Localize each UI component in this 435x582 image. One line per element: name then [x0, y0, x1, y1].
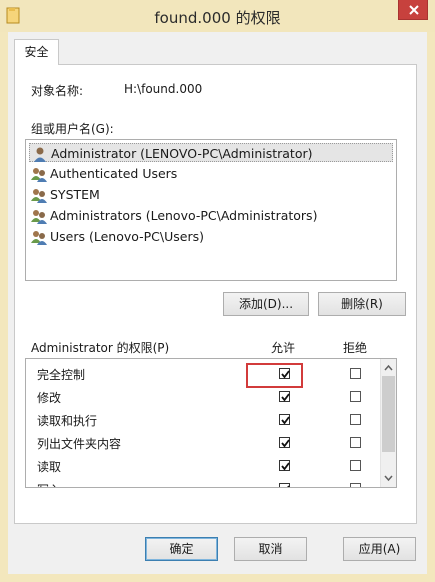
- close-icon: [409, 5, 419, 15]
- checkmark-icon: [281, 439, 290, 448]
- groups-label: 组或用户名(G):: [31, 122, 114, 136]
- list-item[interactable]: Users (Lenovo-PC\Users): [29, 227, 393, 246]
- cancel-button[interactable]: 取消: [234, 537, 307, 561]
- permission-name: 完全控制: [37, 368, 86, 382]
- list-item-label: Administrator (LENOVO-PC\Administrator): [51, 146, 313, 161]
- highlight-box: [246, 363, 303, 388]
- permission-row: 读取和执行: [26, 408, 380, 431]
- apply-button[interactable]: 应用(A): [343, 537, 416, 561]
- checkmark-icon: [281, 462, 290, 471]
- permission-row: 写入: [26, 477, 380, 487]
- ok-button[interactable]: 确定: [145, 537, 218, 561]
- permissions-list: 完全控制 修改 读取和执行 列出文件夹内容 读取: [25, 358, 397, 488]
- add-button[interactable]: 添加(D)...: [223, 292, 309, 316]
- list-item[interactable]: Authenticated Users: [29, 164, 393, 183]
- allow-checkbox[interactable]: [279, 391, 290, 402]
- allow-checkbox[interactable]: [279, 483, 290, 487]
- object-name-label: 对象名称:: [31, 84, 84, 98]
- dialog-client: 安全 对象名称: H:\found.000 组或用户名(G): Administ…: [8, 32, 427, 574]
- allow-checkbox[interactable]: [279, 437, 290, 448]
- permissions-label: Administrator 的权限(P): [31, 341, 170, 355]
- permission-row: 修改: [26, 385, 380, 408]
- object-name-value: H:\found.000: [124, 82, 203, 96]
- permission-name: 读取: [37, 460, 62, 474]
- deny-checkbox[interactable]: [350, 437, 361, 448]
- users-icon: [31, 210, 47, 224]
- groups-listbox[interactable]: Administrator (LENOVO-PC\Administrator) …: [25, 139, 397, 281]
- checkmark-icon: [287, 485, 290, 487]
- list-item-label: Authenticated Users: [50, 166, 178, 181]
- permission-row: 读取: [26, 454, 380, 477]
- deny-checkbox[interactable]: [350, 460, 361, 471]
- list-item[interactable]: SYSTEM: [29, 185, 393, 204]
- list-item-label: SYSTEM: [50, 187, 100, 202]
- deny-checkbox[interactable]: [350, 483, 361, 487]
- permission-name: 修改: [37, 391, 62, 405]
- permission-name: 写入: [37, 481, 61, 487]
- permission-row: 列出文件夹内容: [26, 431, 380, 454]
- checkmark-icon: [281, 416, 290, 425]
- list-item[interactable]: Administrators (Lenovo-PC\Administrators…: [29, 206, 393, 225]
- close-button[interactable]: [398, 0, 428, 20]
- list-item-label: Users (Lenovo-PC\Users): [50, 229, 205, 244]
- allow-header: 允许: [271, 341, 296, 355]
- scroll-thumb[interactable]: [382, 376, 395, 452]
- deny-checkbox[interactable]: [350, 391, 361, 402]
- deny-checkbox[interactable]: [350, 368, 361, 379]
- permissions-scrollbar[interactable]: [380, 359, 396, 487]
- remove-button[interactable]: 删除(R): [318, 292, 406, 316]
- deny-header: 拒绝: [343, 341, 368, 355]
- deny-checkbox[interactable]: [350, 414, 361, 425]
- list-item-label: Administrators (Lenovo-PC\Administrators…: [50, 208, 318, 223]
- tab-security[interactable]: 安全: [14, 39, 59, 65]
- permission-name: 列出文件夹内容: [37, 437, 122, 451]
- title-bar: found.000 的权限: [0, 0, 435, 32]
- permission-row: 完全控制: [26, 362, 380, 385]
- allow-checkbox[interactable]: [279, 414, 290, 425]
- users-icon: [31, 231, 47, 245]
- allow-checkbox[interactable]: [279, 460, 290, 471]
- users-icon: [31, 189, 47, 203]
- checkmark-icon: [281, 393, 290, 402]
- list-item[interactable]: Administrator (LENOVO-PC\Administrator): [29, 143, 393, 162]
- scroll-down-icon[interactable]: [384, 475, 393, 482]
- scroll-up-icon[interactable]: [384, 364, 393, 371]
- permission-name: 读取和执行: [37, 414, 98, 428]
- users-icon: [31, 168, 47, 182]
- user-icon: [34, 147, 46, 162]
- window-title: found.000 的权限: [154, 9, 281, 27]
